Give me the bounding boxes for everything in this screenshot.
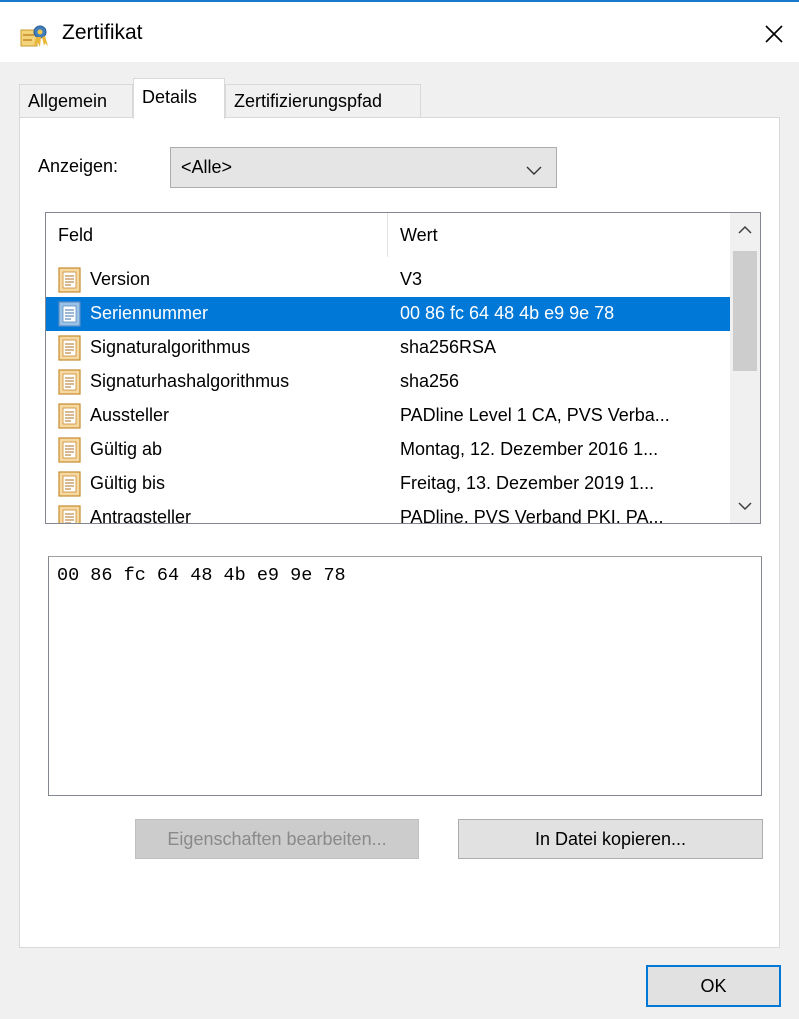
scroll-up-button[interactable]: [730, 213, 760, 247]
field-value: V3: [400, 269, 423, 289]
scroll-down-button[interactable]: [730, 489, 760, 523]
field-icon: [58, 369, 81, 395]
field-icon: [58, 437, 81, 463]
field-icon: [58, 267, 81, 293]
field-value: 00 86 fc 64 48 4b e9 9e 78: [400, 303, 615, 323]
list-row[interactable]: Gültig bis Freitag, 13. Dezember 2019 1..…: [46, 467, 730, 501]
window-title: Zertifikat: [62, 21, 143, 44]
field-name: Aussteller: [90, 405, 170, 425]
field-icon: [58, 403, 81, 429]
title-bar: Zertifikat: [0, 2, 799, 62]
certificate-fields-list[interactable]: Feld Wert Version V3 Seriennummer 00 86 fc …: [45, 212, 761, 524]
field-value-text: 00 86 fc 64 48 4b e9 9e 78: [57, 565, 346, 586]
list-scrollbar[interactable]: [730, 213, 760, 523]
field-value: Freitag, 13. Dezember 2019 1...: [400, 473, 655, 493]
list-row[interactable]: Signaturalgorithmus sha256RSA: [46, 331, 730, 365]
tab-general[interactable]: Allgemein: [19, 84, 133, 118]
close-button[interactable]: [752, 12, 796, 56]
chevron-down-icon: [738, 502, 752, 511]
list-row[interactable]: Antragsteller PADline, PVS Verband PKI, P…: [46, 501, 730, 524]
list-row[interactable]: Aussteller PADline Level 1 CA, PVS Verba.…: [46, 399, 730, 433]
tab-certification-path[interactable]: Zertifizierungspfad: [225, 84, 421, 118]
field-icon: [58, 301, 81, 327]
field-name: Gültig ab: [90, 439, 163, 459]
chevron-up-icon: [738, 225, 752, 234]
field-name: Version: [90, 269, 151, 289]
field-icon: [58, 471, 81, 497]
field-value-textbox[interactable]: 00 86 fc 64 48 4b e9 9e 78: [48, 556, 762, 796]
list-row[interactable]: Signaturhashalgorithmus sha256: [46, 365, 730, 399]
list-row[interactable]: Version V3: [46, 263, 730, 297]
field-value: sha256: [400, 371, 460, 391]
field-name: Gültig bis: [90, 473, 166, 493]
list-rows: Version V3 Seriennummer 00 86 fc 64 48 4b e…: [46, 263, 730, 524]
tab-details[interactable]: Details: [133, 78, 225, 119]
field-value: Montag, 12. Dezember 2016 1...: [400, 439, 659, 459]
show-label: Anzeigen:: [38, 156, 119, 176]
copy-to-file-button[interactable]: In Datei kopieren...: [458, 819, 763, 859]
certificate-icon: [20, 22, 50, 48]
field-name: Signaturalgorithmus: [90, 337, 251, 357]
field-value: PADline Level 1 CA, PVS Verba...: [400, 405, 670, 425]
ok-button[interactable]: OK: [646, 965, 781, 1007]
show-dropdown-value: <Alle>: [181, 157, 233, 177]
scroll-thumb[interactable]: [733, 251, 757, 371]
field-icon: [58, 505, 81, 523]
field-name: Signaturhashalgorithmus: [90, 371, 290, 391]
show-dropdown[interactable]: <Alle>: [170, 147, 557, 188]
details-panel: Anzeigen: <Alle> Feld Wert Version V3 Seri…: [19, 117, 780, 948]
list-header: Feld Wert: [46, 213, 730, 257]
close-icon: [765, 25, 783, 43]
list-row[interactable]: Gültig ab Montag, 12. Dezember 2016 1...: [46, 433, 730, 467]
field-value: PADline, PVS Verband PKI, PA...: [400, 507, 664, 524]
field-value: sha256RSA: [400, 337, 497, 357]
field-name: Antragsteller: [90, 507, 192, 524]
column-header-value[interactable]: Wert: [388, 213, 730, 257]
list-row[interactable]: Seriennummer 00 86 fc 64 48 4b e9 9e 78: [46, 297, 730, 331]
field-name: Seriennummer: [90, 303, 209, 323]
field-icon: [58, 335, 81, 361]
edit-properties-button[interactable]: Eigenschaften bearbeiten...: [135, 819, 419, 859]
chevron-down-icon: [526, 160, 542, 181]
column-header-field[interactable]: Feld: [46, 213, 388, 257]
